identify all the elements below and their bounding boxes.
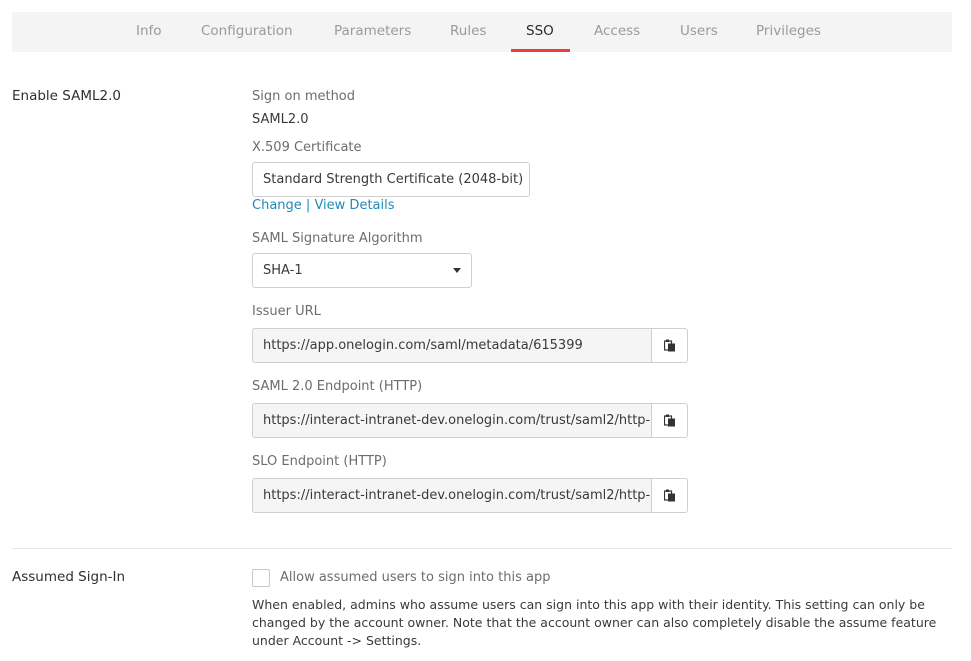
issuer-url-label: Issuer URL bbox=[252, 304, 321, 319]
tab-info[interactable]: Info bbox=[136, 12, 162, 52]
tab-parameters[interactable]: Parameters bbox=[334, 12, 411, 52]
slo-endpoint-label: SLO Endpoint (HTTP) bbox=[252, 454, 387, 469]
link-separator: | bbox=[305, 198, 311, 213]
change-certificate-link[interactable]: Change bbox=[252, 198, 302, 213]
tab-privileges[interactable]: Privileges bbox=[756, 12, 821, 52]
copy-slo-endpoint-button[interactable] bbox=[651, 478, 688, 513]
saml-section-label: Enable SAML2.0 bbox=[12, 88, 121, 104]
caret-down-icon bbox=[453, 268, 461, 273]
signature-algorithm-value: SHA-1 bbox=[263, 263, 303, 278]
section-divider bbox=[12, 548, 952, 549]
tab-users[interactable]: Users bbox=[680, 12, 718, 52]
clipboard-copy-icon bbox=[663, 414, 675, 427]
sign-on-method-value: SAML2.0 bbox=[252, 112, 309, 127]
certificate-label: X.509 Certificate bbox=[252, 140, 362, 155]
tab-sso[interactable]: SSO bbox=[526, 12, 554, 52]
clipboard-copy-icon bbox=[663, 339, 675, 352]
allow-assumed-users-checkbox[interactable] bbox=[252, 569, 270, 587]
sign-on-method-label: Sign on method bbox=[252, 89, 356, 104]
signature-algorithm-select[interactable]: SHA-1 bbox=[252, 253, 472, 288]
issuer-url-input[interactable]: https://app.onelogin.com/saml/metadata/6… bbox=[252, 328, 652, 363]
saml-endpoint-label: SAML 2.0 Endpoint (HTTP) bbox=[252, 379, 423, 394]
saml-endpoint-input[interactable]: https://interact-intranet-dev.onelogin.c… bbox=[252, 403, 652, 438]
view-details-link[interactable]: View Details bbox=[314, 198, 394, 213]
slo-endpoint-input[interactable]: https://interact-intranet-dev.onelogin.c… bbox=[252, 478, 652, 513]
assumed-signin-section-label: Assumed Sign-In bbox=[12, 569, 126, 585]
tab-bar: Info Configuration Parameters Rules SSO … bbox=[12, 12, 952, 52]
copy-issuer-url-button[interactable] bbox=[651, 328, 688, 363]
tab-access[interactable]: Access bbox=[594, 12, 640, 52]
tab-configuration[interactable]: Configuration bbox=[201, 12, 293, 52]
signature-algorithm-label: SAML Signature Algorithm bbox=[252, 231, 423, 246]
tab-rules[interactable]: Rules bbox=[450, 12, 486, 52]
clipboard-copy-icon bbox=[663, 489, 675, 502]
certificate-field[interactable]: Standard Strength Certificate (2048-bit) bbox=[252, 162, 530, 197]
assumed-signin-help-text: When enabled, admins who assume users ca… bbox=[252, 597, 937, 648]
allow-assumed-users-label: Allow assumed users to sign into this ap… bbox=[280, 570, 551, 585]
active-tab-indicator bbox=[511, 49, 570, 52]
certificate-links: Change | View Details bbox=[252, 198, 395, 213]
copy-saml-endpoint-button[interactable] bbox=[651, 403, 688, 438]
